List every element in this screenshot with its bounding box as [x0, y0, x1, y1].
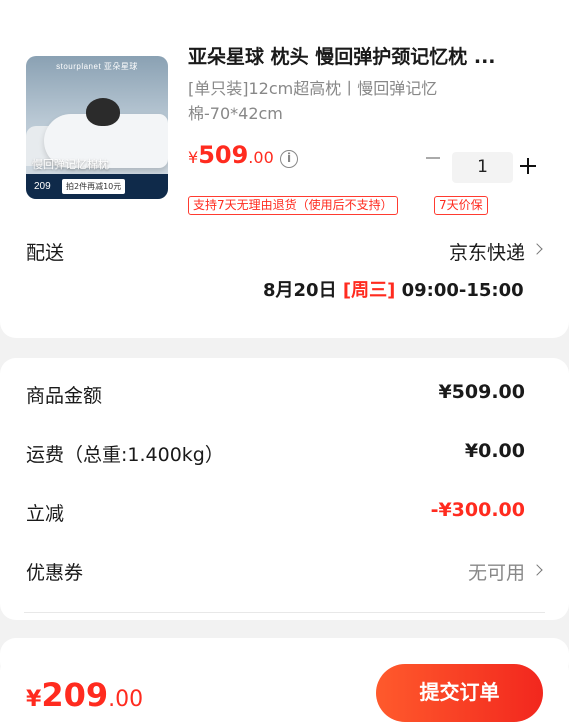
goods-amount-value: ¥509.00 [438, 381, 525, 403]
delivery-date: 8月20日 [263, 280, 337, 301]
total-currency: ¥ [26, 687, 42, 712]
thumbnail-badge-promo: 拍2件再减10元 [62, 179, 126, 194]
delivery-method[interactable]: 京东快递 [449, 238, 525, 265]
submit-order-button[interactable]: 提交订单 [376, 664, 543, 722]
thumbnail-head [86, 98, 120, 126]
delivery-time[interactable]: 8月20日 [周三] 09:00-15:00 [263, 276, 524, 302]
order-total: ¥ 209 .00 [26, 676, 143, 714]
quantity-input[interactable]: 1 [452, 152, 513, 183]
total-decimal: .00 [108, 687, 144, 712]
price-protect-tag: 7天价保 [434, 196, 488, 215]
shipping-fee-label: 运费（总重:1.400kg） [26, 444, 224, 466]
info-icon[interactable]: i [280, 150, 298, 168]
price-integer: 509 [198, 141, 249, 169]
price-decimal: .00 [248, 148, 274, 167]
thumbnail-caption: 慢回弹记忆棉枕 [32, 158, 109, 171]
minus-icon[interactable] [426, 157, 440, 159]
thumbnail-badge-price: 209 [34, 181, 51, 192]
discount-value: -¥300.00 [430, 499, 525, 521]
coupon-value[interactable]: 无可用 [468, 558, 525, 585]
shipping-fee-value: ¥0.00 [464, 440, 525, 462]
plus-icon[interactable] [520, 158, 536, 174]
delivery-label: 配送 [26, 242, 65, 264]
total-integer: 209 [41, 676, 109, 714]
product-spec[interactable]: [单只装]12cm超高枕丨慢回弹记忆棉-70*42cm [188, 76, 488, 126]
product-price: ¥ 509 .00 [188, 141, 274, 169]
discount-label: 立减 [26, 503, 65, 525]
divider [24, 612, 545, 613]
price-currency: ¥ [188, 148, 199, 167]
thumbnail-brand: stourplanet 亚朵星球 [56, 62, 138, 71]
goods-amount-label: 商品金额 [26, 385, 103, 407]
return-policy-tag: 支持7天无理由退货（使用后不支持） [188, 196, 398, 215]
coupon-label: 优惠券 [26, 562, 84, 584]
product-title[interactable]: 亚朵星球 枕头 慢回弹护颈记忆枕 ... [188, 42, 548, 69]
delivery-weekday: [周三] [342, 280, 396, 301]
delivery-window: 09:00-15:00 [401, 280, 524, 301]
product-thumbnail[interactable]: stourplanet 亚朵星球 慢回弹记忆棉枕 209 拍2件再减10元 [26, 56, 168, 199]
thumbnail-price-strip: 209 拍2件再减10元 [26, 174, 168, 199]
